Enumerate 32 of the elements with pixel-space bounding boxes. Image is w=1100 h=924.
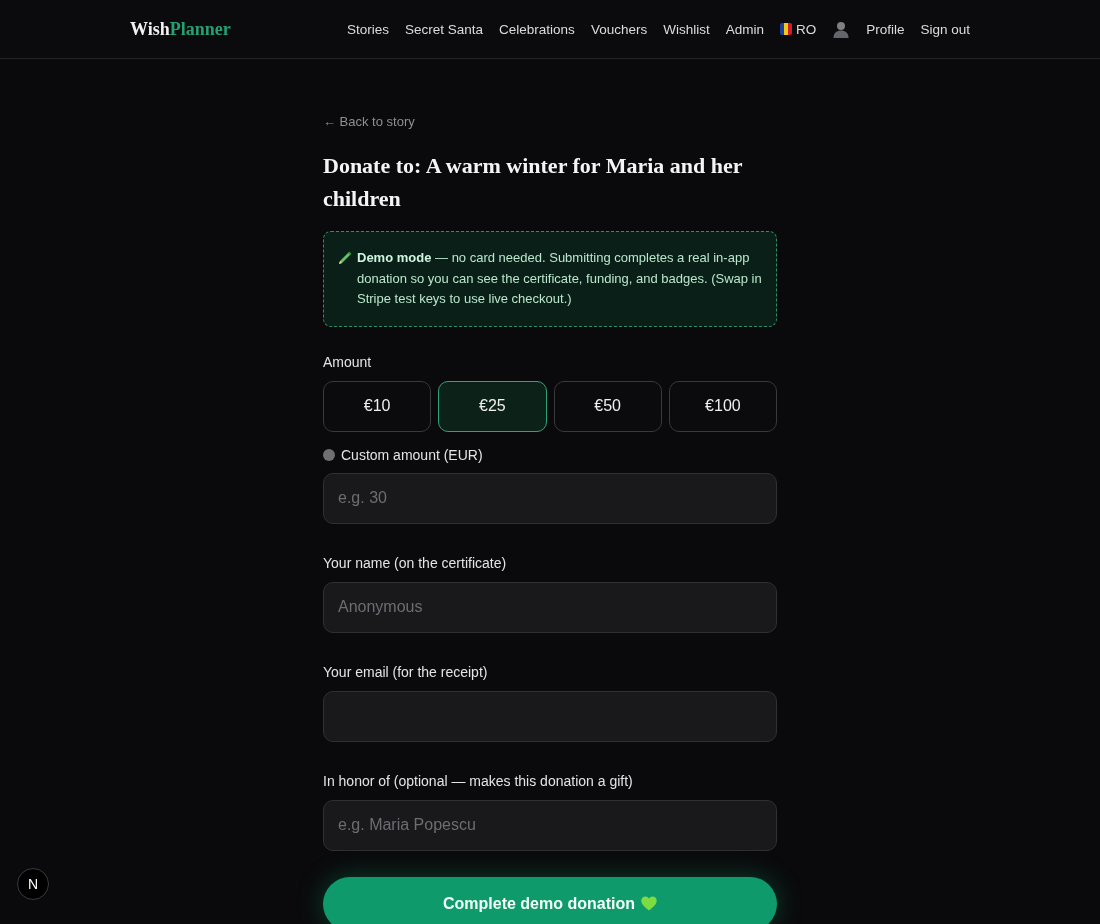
amount-input-field[interactable]: e.g. 30	[323, 472, 777, 524]
nav-link[interactable]: Secret Santa	[405, 21, 484, 37]
input-field[interactable]	[323, 690, 777, 742]
language-link[interactable]: RO	[795, 21, 817, 37]
field-label: Your email (for the receipt)	[323, 662, 488, 682]
back-link[interactable]: ← Back to story	[323, 113, 415, 131]
flag-icon	[779, 23, 792, 35]
nav-link[interactable]: Wishlist	[663, 21, 710, 37]
page-title: Donate to: A warm winter for Maria and her children	[323, 152, 744, 213]
amount-option[interactable]: €100	[668, 380, 777, 432]
heart-icon	[641, 896, 657, 911]
input-field[interactable]: e.g. Maria Popescu	[323, 799, 777, 851]
nav-link[interactable]: Sign out	[920, 21, 970, 37]
nav-link[interactable]: Profile	[866, 21, 905, 37]
field-label: Your name (on the certificate)	[323, 553, 507, 573]
input-field[interactable]: Anonymous	[323, 581, 777, 633]
amount-option[interactable]: €10	[323, 380, 432, 432]
field-label: In honor of (optional — makes this donation a gift)	[323, 771, 633, 791]
user-silhouette-icon[interactable]	[832, 20, 851, 38]
nav-link[interactable]: Stories	[347, 21, 390, 37]
nav-link[interactable]: Vouchers	[590, 21, 648, 37]
submit-button[interactable]: Complete demo donation	[323, 876, 777, 924]
logo[interactable]: WishPlanner	[130, 18, 231, 40]
custom-amount-radio[interactable]: Custom amount (EUR)	[323, 444, 483, 465]
amount-option[interactable]: €50	[553, 380, 662, 432]
pencil-icon	[338, 251, 352, 265]
amount-option[interactable]: €25	[438, 380, 547, 432]
nav-link[interactable]: Admin	[725, 21, 764, 37]
dev-badge[interactable]: N	[17, 868, 49, 900]
demo-notice-text: Demo mode — no card needed. Submitting completes a real in-app donation so you can see the certificate, funding, and badges. (Swap in Stripe test keys to use live checkout.)	[357, 249, 762, 308]
field-label: Amount	[323, 352, 372, 372]
nav-link[interactable]: Celebrations	[499, 21, 575, 37]
